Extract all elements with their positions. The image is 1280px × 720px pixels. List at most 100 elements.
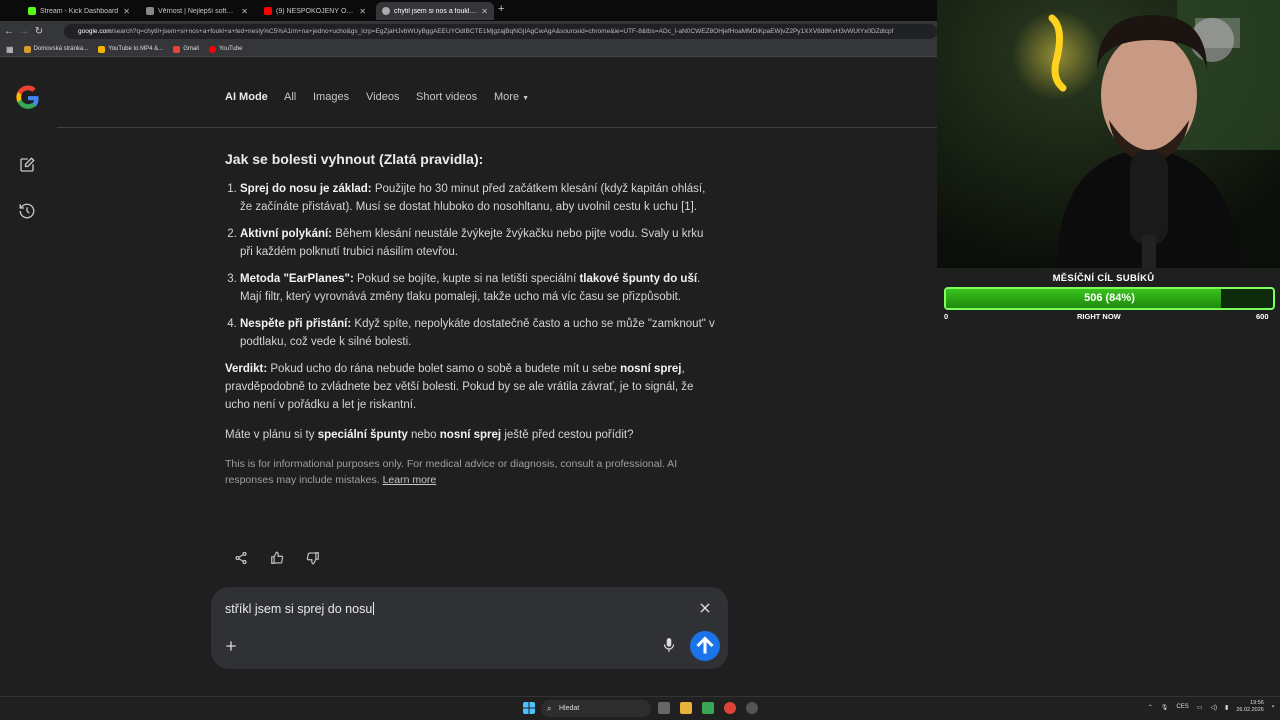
chevron-up-icon[interactable]: ⌃ [1148, 704, 1153, 711]
reload-icon[interactable]: ↻ [33, 26, 45, 37]
microphone-icon[interactable]: 🎙 [1161, 704, 1169, 711]
tab-videos[interactable]: Videos [366, 91, 399, 103]
tab-strip: Stream - Kick Dashboard ✕ Věrnost | Nejl… [0, 0, 937, 21]
url-path: /search?q=chytil+jsem+si+nos+a+foukl+a+t… [111, 28, 894, 35]
question-emphasis: nosní sprej [439, 429, 502, 441]
follow-up-text[interactable]: stříkl jsem si sprej do nosu [225, 602, 374, 616]
learn-more-link[interactable]: Learn more [383, 474, 437, 486]
browser-tab-kick[interactable]: Stream - Kick Dashboard ✕ [22, 2, 136, 20]
volume-icon[interactable]: ◁) [1210, 704, 1217, 711]
bookmark-item[interactable]: YouTube [208, 45, 242, 53]
tab-title: chytil jsem si nos a foukl a... [394, 7, 478, 15]
ai-answer: Jak se bolesti vyhnout (Zlatá pravidla):… [225, 150, 717, 488]
browser-tab-youtube[interactable]: (9) NESPOKOJENÝ OBČAN DOKON ✕ [258, 2, 372, 20]
address-bar-row: ← → ↻ google.com/search?q=chytil+jsem+si… [0, 21, 937, 42]
bookmark-label: Domovská stránka... [33, 46, 89, 52]
tab-more[interactable]: More ▼ [494, 91, 529, 103]
item-emphasis: tlakové špunty do uší [579, 273, 698, 285]
search-label: Hledat [559, 705, 580, 712]
sub-goal-progress: 506 (84%) [944, 287, 1275, 310]
close-tab-icon[interactable]: ✕ [241, 7, 248, 16]
follow-up-input[interactable]: stříkl jsem si sprej do nosu [211, 587, 728, 669]
answer-heading: Jak se bolesti vyhnout (Zlatá pravidla): [225, 151, 484, 167]
item-title: Aktivní polykání: [240, 228, 333, 240]
streamer-webcam-image [937, 0, 1280, 268]
gmail-icon [173, 45, 181, 53]
tab-all[interactable]: All [284, 91, 296, 103]
question-text: Máte v plánu si ty [225, 429, 318, 441]
tab-title: Věrnost | Nejlepší software pro [158, 7, 237, 15]
follow-up-question: Máte v plánu si ty speciální špunty nebo… [225, 426, 717, 444]
item-title: Metoda "EarPlanes": [240, 273, 354, 285]
back-icon[interactable]: ← [3, 26, 15, 37]
system-tray: ⌃ 🎙 CES ▭ ◁) ▮ 19:56 26.02.2026 ▪ [1148, 700, 1274, 714]
verdict-text: Pokud ucho do rána nebude bolet samo o s… [267, 363, 621, 375]
youtube-icon [264, 7, 272, 15]
tab-title: Stream - Kick Dashboard [40, 7, 119, 15]
bookmark-label: YouTube to MP4 &... [108, 46, 164, 52]
forward-icon[interactable]: → [18, 26, 30, 37]
url-domain: google.com [78, 28, 112, 35]
thumbs-down-icon[interactable] [306, 551, 320, 565]
close-tab-icon[interactable]: ✕ [359, 7, 366, 16]
verdict: Verdikt: Pokud ucho do rána nebude bolet… [225, 360, 717, 414]
browser-tab-google[interactable]: chytil jsem si nos a foukl a... ✕ [376, 2, 494, 20]
tab-short-videos[interactable]: Short videos [416, 91, 477, 103]
caret-down-icon: ▼ [522, 95, 530, 102]
chrome-icon[interactable] [724, 702, 736, 714]
arrow-up-icon [696, 636, 714, 654]
list-item: Metoda "EarPlanes": Pokud se bojíte, kup… [240, 270, 717, 306]
browser-tab-vernost[interactable]: Věrnost | Nejlepší software pro ✕ [140, 2, 254, 20]
taskbar: ⌕ Hledat ⌃ 🎙 CES ▭ ◁) ▮ 19:56 26.02.2026 ▪ [0, 696, 1280, 720]
notifications-icon[interactable]: ▪ [1272, 704, 1274, 710]
share-icon[interactable] [234, 551, 248, 565]
thumbs-up-icon[interactable] [270, 551, 284, 565]
bookmark-item[interactable]: YouTube to MP4 &... [98, 45, 164, 53]
bookmark-label: Gmail [183, 46, 199, 52]
item-title: Nespěte při přistání: [240, 318, 352, 330]
overlay-panel [937, 268, 1280, 696]
site-icon [146, 7, 154, 15]
new-chat-icon[interactable] [18, 156, 36, 174]
windows-start-icon[interactable] [523, 702, 535, 714]
list-item: Sprej do nosu je základ: Použijte ho 30 … [240, 180, 717, 216]
goal-center-label: RIGHT NOW [1077, 312, 1121, 321]
history-icon[interactable] [18, 202, 36, 220]
taskbar-search[interactable]: ⌕ Hledat [541, 700, 651, 717]
google-logo-icon[interactable] [15, 85, 41, 111]
clear-icon[interactable] [698, 601, 712, 615]
sub-goal-value: 506 (84%) [1084, 292, 1135, 304]
tab-images[interactable]: Images [313, 91, 349, 103]
bookmark-item[interactable]: Gmail [173, 45, 199, 53]
disclaimer: This is for informational purposes only.… [225, 456, 717, 488]
language-indicator[interactable]: CES [1176, 704, 1188, 710]
google-icon [382, 7, 390, 15]
battery-icon[interactable]: ▮ [1225, 704, 1228, 711]
verdict-emphasis: nosní sprej [620, 363, 682, 375]
task-view-icon[interactable] [658, 702, 670, 714]
clock[interactable]: 19:56 26.02.2026 [1236, 700, 1264, 714]
close-tab-icon[interactable]: ✕ [481, 7, 488, 16]
tab-title: (9) NESPOKOJENÝ OBČAN DOKON [276, 7, 355, 15]
search-icon: ⌕ [547, 704, 552, 713]
new-tab-icon[interactable]: + [498, 3, 504, 15]
store-icon[interactable] [702, 702, 714, 714]
plus-icon[interactable] [224, 639, 238, 653]
microphone-icon[interactable] [662, 637, 676, 653]
file-explorer-icon[interactable] [680, 702, 692, 714]
bookmark-item[interactable]: Domovská stránka... [23, 45, 89, 53]
app-icon[interactable] [746, 702, 758, 714]
network-icon[interactable]: ▭ [1197, 704, 1203, 711]
tips-list: Sprej do nosu je základ: Použijte ho 30 … [225, 180, 717, 351]
bookmark-icon [23, 45, 31, 53]
verdict-label: Verdikt: [225, 363, 268, 375]
send-button[interactable] [690, 631, 720, 661]
tab-ai-mode[interactable]: AI Mode [225, 91, 268, 103]
youtube-icon [208, 45, 216, 53]
webcam-feed [937, 0, 1280, 268]
list-item: Nespěte při přistání: Když spíte, nepoly… [240, 315, 717, 351]
close-tab-icon[interactable]: ✕ [123, 7, 130, 16]
disclaimer-text: This is for informational purposes only.… [225, 458, 678, 486]
url-field[interactable]: google.com/search?q=chytil+jsem+si+nos+a… [64, 24, 937, 39]
apps-grid-icon[interactable]: ▦ [6, 45, 14, 54]
